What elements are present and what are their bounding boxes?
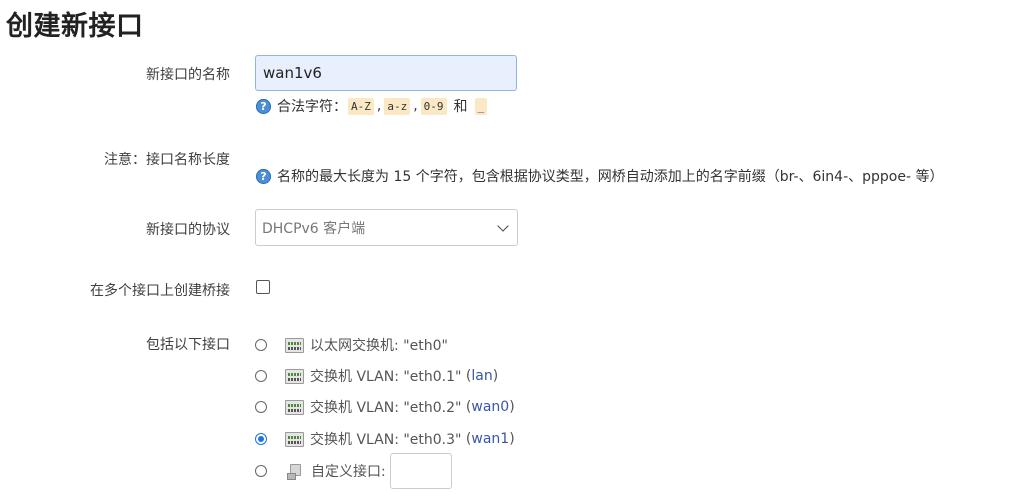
network-switch-icon [285, 337, 304, 353]
allowed-chars-digits: 0-9 [420, 97, 447, 115]
network-link-wan1[interactable]: wan1 [471, 431, 509, 447]
hint-prefix: 合法字符： [277, 99, 347, 115]
chevron-down-icon [497, 219, 509, 232]
protocol-select[interactable]: DHCPv6 客户端 [255, 209, 518, 246]
radio-eth0[interactable] [255, 339, 267, 351]
protocol-selected-value: DHCPv6 客户端 [262, 220, 366, 237]
custom-interface-icon [286, 463, 303, 480]
name-label: 新接口的名称 [146, 67, 230, 83]
radio-eth0-1[interactable] [255, 370, 267, 382]
note-text: 名称的最大长度为 15 个字符，包含根据协议类型，网桥自动添加上的名字前缀（br… [277, 169, 944, 185]
hint-and: 和 [453, 99, 468, 115]
help-icon: ? [256, 98, 271, 114]
network-switch-icon [285, 431, 304, 447]
network-link-lan[interactable]: lan [471, 368, 492, 384]
allowed-chars-lower: a-z [384, 97, 411, 115]
help-icon: ? [256, 168, 271, 184]
page-title: 创建新接口 [6, 11, 144, 42]
allowed-chars-upper: A-Z [348, 97, 374, 115]
bridge-label: 在多个接口上创建桥接 [90, 283, 230, 299]
bridge-checkbox[interactable] [256, 280, 270, 294]
note-hint: ? 名称的最大长度为 15 个字符，包含根据协议类型，网桥自动添加上的名字前缀（… [256, 166, 943, 186]
option-text: 交换机 VLAN: "eth0.2" [310, 400, 462, 416]
custom-label: 自定义接口: [311, 464, 386, 480]
interface-option-eth0-3[interactable]: 交换机 VLAN: "eth0.3" (wan1) [255, 428, 515, 450]
option-text: 以太网交换机: "eth0" [310, 338, 448, 354]
radio-custom[interactable] [255, 465, 267, 477]
custom-interface-input[interactable] [389, 453, 452, 489]
interface-option-eth0[interactable]: 以太网交换机: "eth0" [255, 334, 448, 356]
interface-option-custom[interactable]: 自定义接口: [255, 453, 452, 489]
include-label: 包括以下接口 [146, 337, 230, 353]
interface-option-eth0-2[interactable]: 交换机 VLAN: "eth0.2" (wan0) [255, 396, 515, 418]
network-switch-icon [285, 399, 304, 415]
radio-eth0-3[interactable] [255, 433, 267, 445]
network-switch-icon [285, 368, 304, 384]
note-label: 注意：接口名称长度 [104, 152, 230, 168]
protocol-label: 新接口的协议 [146, 222, 230, 238]
interface-option-eth0-1[interactable]: 交换机 VLAN: "eth0.1" (lan) [255, 365, 498, 387]
radio-eth0-2[interactable] [255, 401, 267, 413]
name-hint: ? 合法字符： A-Z, a-z, 0-9 和 _ [256, 96, 488, 116]
interface-name-input[interactable] [255, 55, 517, 91]
network-link-wan0[interactable]: wan0 [471, 399, 509, 415]
allowed-chars-underscore: _ [474, 97, 488, 115]
option-text: 交换机 VLAN: "eth0.1" [310, 369, 462, 385]
option-text: 交换机 VLAN: "eth0.3" [310, 432, 462, 448]
